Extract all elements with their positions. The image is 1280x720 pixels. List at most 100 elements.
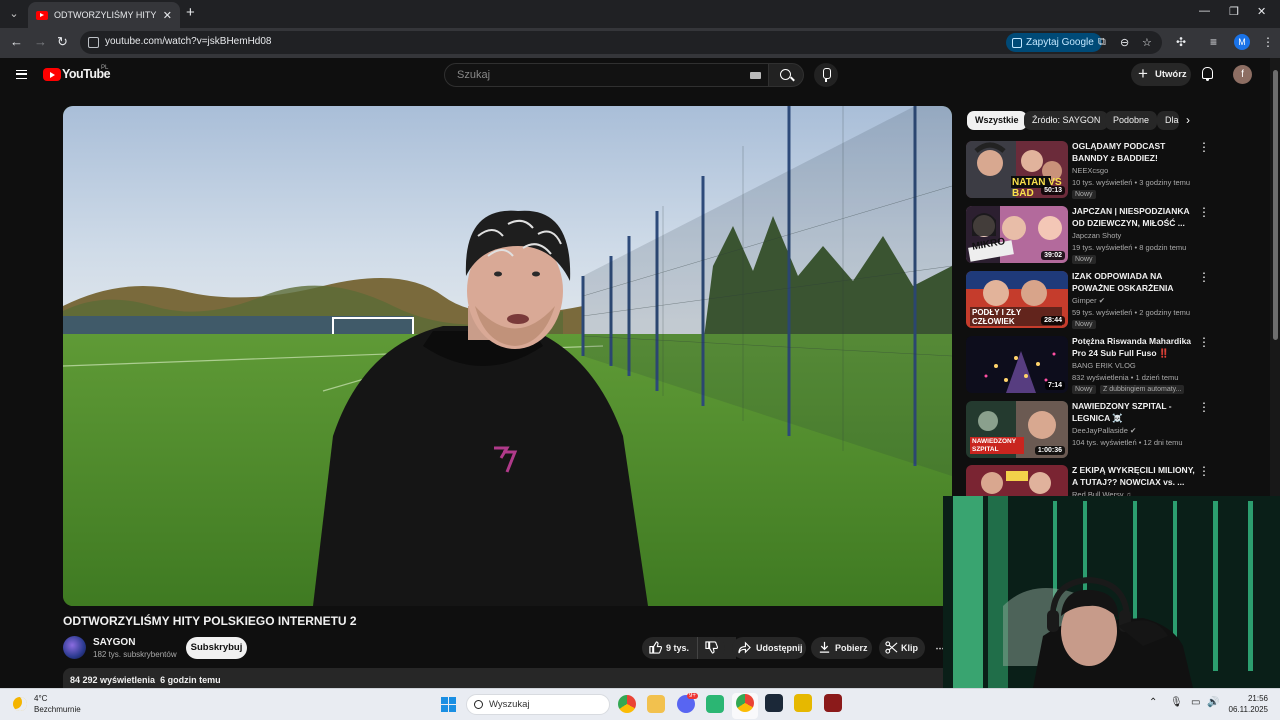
site-info-icon[interactable]	[88, 37, 99, 48]
dislike-button[interactable]	[697, 637, 725, 659]
recommendation-title[interactable]: NAWIEDZONY SZPITAL - LEGNICA ☠️	[1072, 401, 1196, 424]
recommendation-thumbnail[interactable]: NATAN VS BAD 50:13	[966, 141, 1068, 198]
url-text[interactable]: youtube.com/watch?v=jskBHemHd08	[105, 36, 271, 47]
back-arrow-icon[interactable]: ←	[10, 34, 23, 49]
search-input[interactable]	[457, 67, 737, 83]
game-app-icon[interactable]	[824, 694, 842, 712]
new-tab-plus-icon[interactable]: +	[186, 4, 195, 22]
tab-search-chevron-icon[interactable]: ⌄	[4, 4, 24, 24]
recommendation-thumbnail[interactable]	[966, 465, 1068, 496]
notifications-bell-icon[interactable]	[1202, 67, 1213, 81]
recommendation-thumbnail[interactable]: 7:14	[966, 336, 1068, 393]
chrome-profile-app-icon[interactable]	[736, 694, 754, 712]
recommendation-title[interactable]: Z EKIPĄ WYKRĘCILI MILIONY, A TUTAJ?? NOW…	[1072, 465, 1196, 488]
recommendation-item[interactable]: NAWIEDZONY SZPITAL 1:00:36 NAWIEDZONY SZ…	[966, 401, 1210, 461]
recommendation-item[interactable]: 7:14 Potężna Riswanda Mahardika Pro 24 S…	[966, 336, 1210, 396]
more-options-icon[interactable]: ⋮	[1198, 271, 1210, 283]
video-player[interactable]	[63, 106, 952, 606]
recommendation-title[interactable]: OGLĄDAMY PODCAST BANNDY z BADDIEZ! (WŁOD…	[1072, 141, 1196, 164]
file-explorer-icon[interactable]	[647, 695, 665, 713]
tray-display-icon[interactable]: ▭	[1191, 697, 1200, 708]
recommendation-channel[interactable]: DeeJayPallaside ✔	[1072, 426, 1136, 435]
youtube-logo-icon[interactable]	[43, 68, 61, 81]
thumbs-down-icon	[705, 641, 718, 654]
bookmark-star-icon[interactable]: ☆	[1142, 36, 1152, 49]
taskbar-clock[interactable]: 21:56 06.11.2025	[1228, 693, 1268, 715]
address-bar[interactable]: youtube.com/watch?v=jskBHemHd08 Zapytaj …	[80, 31, 1162, 54]
thumbnail-image	[966, 465, 1068, 496]
more-options-icon[interactable]: ⋮	[1198, 206, 1210, 218]
more-options-icon[interactable]: ⋮	[1198, 141, 1210, 153]
create-button[interactable]: Utwórz	[1131, 62, 1191, 86]
keyboard-icon[interactable]	[750, 72, 761, 79]
search-button[interactable]	[768, 63, 804, 87]
channel-name[interactable]: SAYGON	[93, 637, 135, 648]
more-options-icon[interactable]: ⋮	[1198, 336, 1210, 348]
weather-description[interactable]: Bezchmurnie	[34, 705, 81, 714]
scissors-icon	[885, 641, 898, 654]
browser-menu-icon[interactable]: ⋮	[1262, 35, 1274, 49]
minimize-icon[interactable]: —	[1199, 5, 1210, 17]
recommendation-thumbnail[interactable]: NAWIEDZONY SZPITAL 1:00:36	[966, 401, 1068, 458]
weather-moon-icon[interactable]	[13, 697, 27, 711]
recommendation-channel[interactable]: Japczan Shoty	[1072, 231, 1121, 240]
chip-related[interactable]: Podobne	[1105, 111, 1158, 130]
recommendation-channel[interactable]: NEEXcsgo	[1072, 166, 1108, 175]
windows-start-icon[interactable]	[441, 697, 456, 712]
recommendation-channel[interactable]: Gimper ✔	[1072, 296, 1105, 305]
chip-source[interactable]: Źródło: SAYGON	[1024, 111, 1109, 130]
android-app-icon[interactable]	[706, 695, 724, 713]
recommendation-title[interactable]: IZAK ODPOWIADA NA POWAŻNE OSKARŻENIA	[1072, 271, 1196, 294]
clip-button[interactable]: Klip	[879, 637, 925, 659]
recommendation-title[interactable]: Potężna Riswanda Mahardika Pro 24 Sub Fu…	[1072, 336, 1196, 359]
description-box[interactable]: 84 292 wyświetlenia 6 godzin temu	[63, 668, 952, 688]
recommendation-title[interactable]: JAPCZAN | NIESPODZIANKA OD DZIEWCZYN, MI…	[1072, 206, 1196, 229]
download-icon	[819, 641, 830, 653]
tray-overflow-chevron-icon[interactable]: ⌃	[1149, 697, 1157, 708]
page-scrollbar-thumb[interactable]	[1273, 70, 1278, 340]
tab-close-icon[interactable]: ✕	[163, 9, 172, 22]
chips-next-chevron-icon[interactable]: ›	[1186, 111, 1190, 130]
recommendation-item[interactable]: MIKRO 39:02 JAPCZAN | NIESPODZIANKA OD D…	[966, 206, 1210, 266]
channel-avatar[interactable]	[63, 636, 86, 659]
download-button[interactable]: Pobierz	[811, 637, 872, 659]
recommendation-item[interactable]: NATAN VS BAD 50:13 OGLĄDAMY PODCAST BANN…	[966, 141, 1210, 201]
chip-for-you[interactable]: Dla	[1157, 111, 1179, 130]
account-avatar[interactable]: f	[1233, 65, 1252, 84]
tray-volume-icon[interactable]: 🔊	[1207, 697, 1219, 708]
extensions-icon[interactable]: ✣	[1176, 35, 1186, 49]
share-button[interactable]: Udostępnij	[732, 637, 806, 659]
new-badge: Nowy	[1072, 320, 1096, 329]
auto-dubbing-badge: Z dubbingiem automaty...	[1100, 385, 1185, 394]
thumbs-up-icon	[649, 641, 662, 654]
reading-list-icon[interactable]: ≡	[1210, 35, 1217, 49]
taskbar-search[interactable]: Wyszukaj	[466, 694, 610, 715]
recommendation-thumbnail[interactable]: PODŁY I ZŁY CZŁOWIEK 28:44	[966, 271, 1068, 328]
steam-app-icon[interactable]	[765, 694, 783, 712]
subscribe-button[interactable]: Subskrybuj	[186, 637, 247, 659]
restore-icon[interactable]: ❐	[1229, 5, 1239, 18]
window-close-icon[interactable]: ✕	[1257, 5, 1266, 18]
taskbar-app-icon[interactable]	[794, 694, 812, 712]
duration-badge: 50:13	[1041, 186, 1065, 195]
more-options-icon[interactable]: ⋮	[1198, 465, 1210, 477]
tray-mic-icon[interactable]: 🎙	[1170, 697, 1183, 708]
weather-temperature[interactable]: 4°C	[34, 694, 47, 703]
reload-icon[interactable]: ↻	[57, 34, 68, 50]
browser-profile-avatar[interactable]: M	[1234, 34, 1250, 50]
duration-badge: 39:02	[1041, 251, 1065, 260]
browser-tab-active[interactable]: ODTWORZYLIŚMY HITY POLSKIEGO INTERNETU 2…	[28, 2, 180, 28]
ask-google-button[interactable]: Zapytaj Google	[1006, 33, 1102, 52]
voice-search-mic-icon[interactable]	[814, 63, 838, 87]
recommendation-thumbnail[interactable]: MIKRO 39:02	[966, 206, 1068, 263]
guide-menu-icon[interactable]	[16, 70, 27, 79]
chrome-app-icon[interactable]	[618, 695, 636, 713]
chip-all[interactable]: Wszystkie	[967, 111, 1027, 130]
recommendation-item[interactable]: PODŁY I ZŁY CZŁOWIEK 28:44 IZAK ODPOWIAD…	[966, 271, 1210, 331]
zoom-icon[interactable]: ⊖	[1120, 36, 1129, 49]
more-options-icon[interactable]: ⋮	[1198, 401, 1210, 413]
install-app-icon[interactable]: ⧉	[1098, 36, 1106, 49]
forward-arrow-icon[interactable]: →	[34, 34, 47, 49]
recommendation-channel[interactable]: BANG ERIK VLOG	[1072, 361, 1136, 370]
country-code: PL	[101, 65, 109, 71]
